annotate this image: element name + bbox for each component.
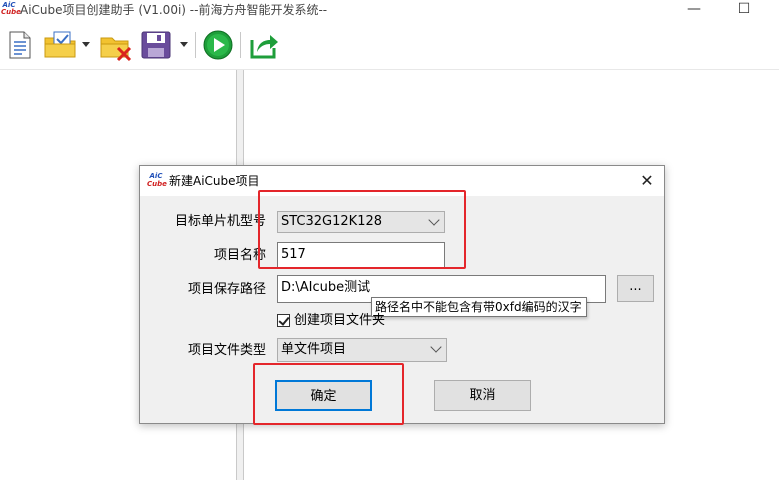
export-button[interactable]	[248, 30, 280, 60]
project-type-label: 项目文件类型	[187, 343, 266, 358]
save-path-label: 项目保存路径	[187, 282, 266, 297]
dialog-logo: AiC Cube	[147, 172, 167, 190]
minimize-button[interactable]: —	[671, 0, 717, 20]
annotation-highlight-ok	[253, 363, 404, 425]
dialog-close-button[interactable]: ✕	[636, 170, 658, 192]
create-folder-label[interactable]: 创建项目文件夹	[294, 312, 385, 330]
new-document-icon	[9, 31, 31, 59]
toolbar-separator	[195, 32, 196, 58]
save-icon	[141, 31, 171, 59]
open-project-button[interactable]	[44, 30, 78, 60]
open-project-icon	[44, 31, 76, 58]
export-icon	[250, 35, 278, 59]
browse-button[interactable]: ...	[617, 275, 654, 302]
project-type-value: 单文件项目	[281, 342, 347, 357]
save-button[interactable]	[140, 30, 172, 60]
close-project-button[interactable]	[100, 30, 132, 62]
dialog-title: 新建AiCube项目	[169, 174, 260, 188]
app-logo: AiC Cube	[1, 2, 21, 18]
mcu-label: 目标单片机型号	[174, 214, 266, 229]
annotation-highlight-top	[258, 190, 466, 269]
run-icon	[203, 30, 233, 60]
run-button[interactable]	[202, 30, 234, 60]
new-document-button[interactable]	[6, 30, 32, 60]
create-folder-checkbox[interactable]	[277, 314, 290, 327]
window-title: AiCube项目创建助手 (V1.00i) --前海方舟智能开发系统--	[20, 3, 328, 17]
toolbar	[0, 20, 779, 70]
cancel-button[interactable]: 取消	[434, 380, 531, 411]
project-name-label: 项目名称	[213, 248, 266, 263]
open-dropdown-arrow[interactable]	[82, 42, 90, 47]
maximize-button[interactable]: ☐	[721, 0, 767, 20]
chevron-down-icon	[430, 341, 442, 353]
path-tooltip: 路径名中不能包含有带0xfd编码的汉字	[371, 297, 587, 317]
window-titlebar: AiC Cube AiCube项目创建助手 (V1.00i) --前海方舟智能开…	[0, 0, 779, 20]
logo-text-bottom: Cube	[147, 180, 167, 188]
close-project-icon	[100, 37, 132, 62]
project-type-select[interactable]: 单文件项目	[277, 338, 447, 362]
save-dropdown-arrow[interactable]	[180, 42, 188, 47]
logo-text-bottom: Cube	[1, 8, 21, 16]
logo-text-top: AiC	[149, 172, 163, 180]
toolbar-separator	[240, 32, 241, 58]
